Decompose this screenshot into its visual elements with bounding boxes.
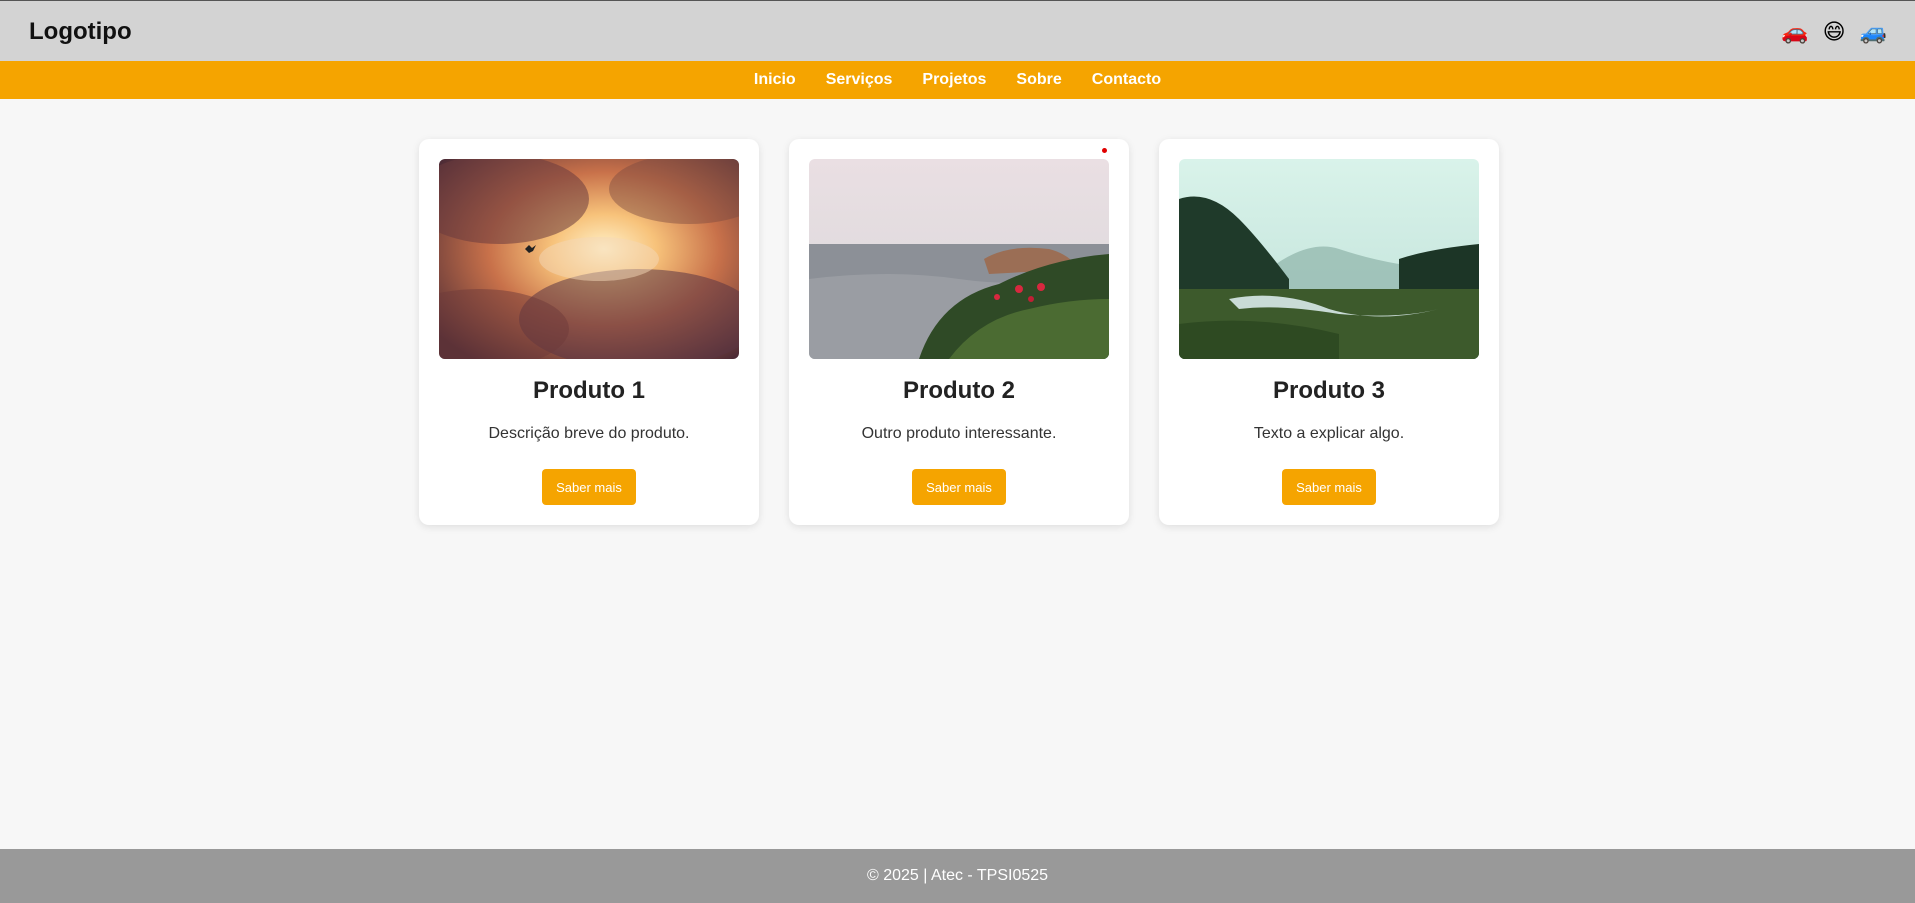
nav-link-servicos[interactable]: Serviços xyxy=(826,71,893,89)
product-title: Produto 1 xyxy=(533,377,645,404)
product-description: Texto a explicar algo. xyxy=(1253,425,1405,442)
footer-copyright: © 2025 | Atec - TPSI0525 xyxy=(866,867,1049,884)
smiley-icon[interactable]: 😄 xyxy=(1823,21,1846,45)
car-icon[interactable]: 🚗 xyxy=(1781,21,1808,45)
product-description: Descrição breve do produto. xyxy=(488,425,690,442)
product-image-sunset-clouds xyxy=(439,159,739,359)
coast-flowers-picture xyxy=(809,159,1109,359)
suv-icon[interactable]: 🚙 xyxy=(1860,21,1887,45)
product-card-3: Produto 3 Texto a explicar algo. Saber m… xyxy=(1159,139,1499,525)
nav-link-inicio[interactable]: Inicio xyxy=(754,71,796,89)
product-title: Produto 2 xyxy=(903,377,1015,404)
forest-river-picture xyxy=(1179,159,1479,359)
product-description: Outro produto interessante. xyxy=(861,425,1057,442)
product-title: Produto 3 xyxy=(1273,377,1385,404)
nav-link-projetos[interactable]: Projetos xyxy=(922,71,986,89)
saber-mais-button[interactable]: Saber mais xyxy=(1282,469,1376,505)
top-header: Logotipo 🚗 😄 🚙 xyxy=(0,0,1915,61)
product-card-1: Produto 1 Descrição breve do produto. Sa… xyxy=(419,139,759,525)
header-icons: 🚗 😄 🚙 xyxy=(1781,21,1887,45)
main-nav: Inicio Serviços Projetos Sobre Contacto xyxy=(0,61,1915,99)
red-dot-marker xyxy=(1102,148,1107,153)
saber-mais-button[interactable]: Saber mais xyxy=(912,469,1006,505)
saber-mais-button[interactable]: Saber mais xyxy=(542,469,636,505)
page-footer: © 2025 | Atec - TPSI0525 xyxy=(0,849,1915,903)
product-image-coast-flowers xyxy=(809,159,1109,359)
product-cards: Produto 1 Descrição breve do produto. Sa… xyxy=(419,139,1499,525)
product-card-2: Produto 2 Outro produto interessante. Sa… xyxy=(789,139,1129,525)
nav-link-sobre[interactable]: Sobre xyxy=(1016,71,1061,89)
product-image-forest-river xyxy=(1179,159,1479,359)
sunset-clouds-picture xyxy=(439,159,739,359)
nav-link-contacto[interactable]: Contacto xyxy=(1092,71,1161,89)
logo[interactable]: Logotipo xyxy=(29,18,132,46)
